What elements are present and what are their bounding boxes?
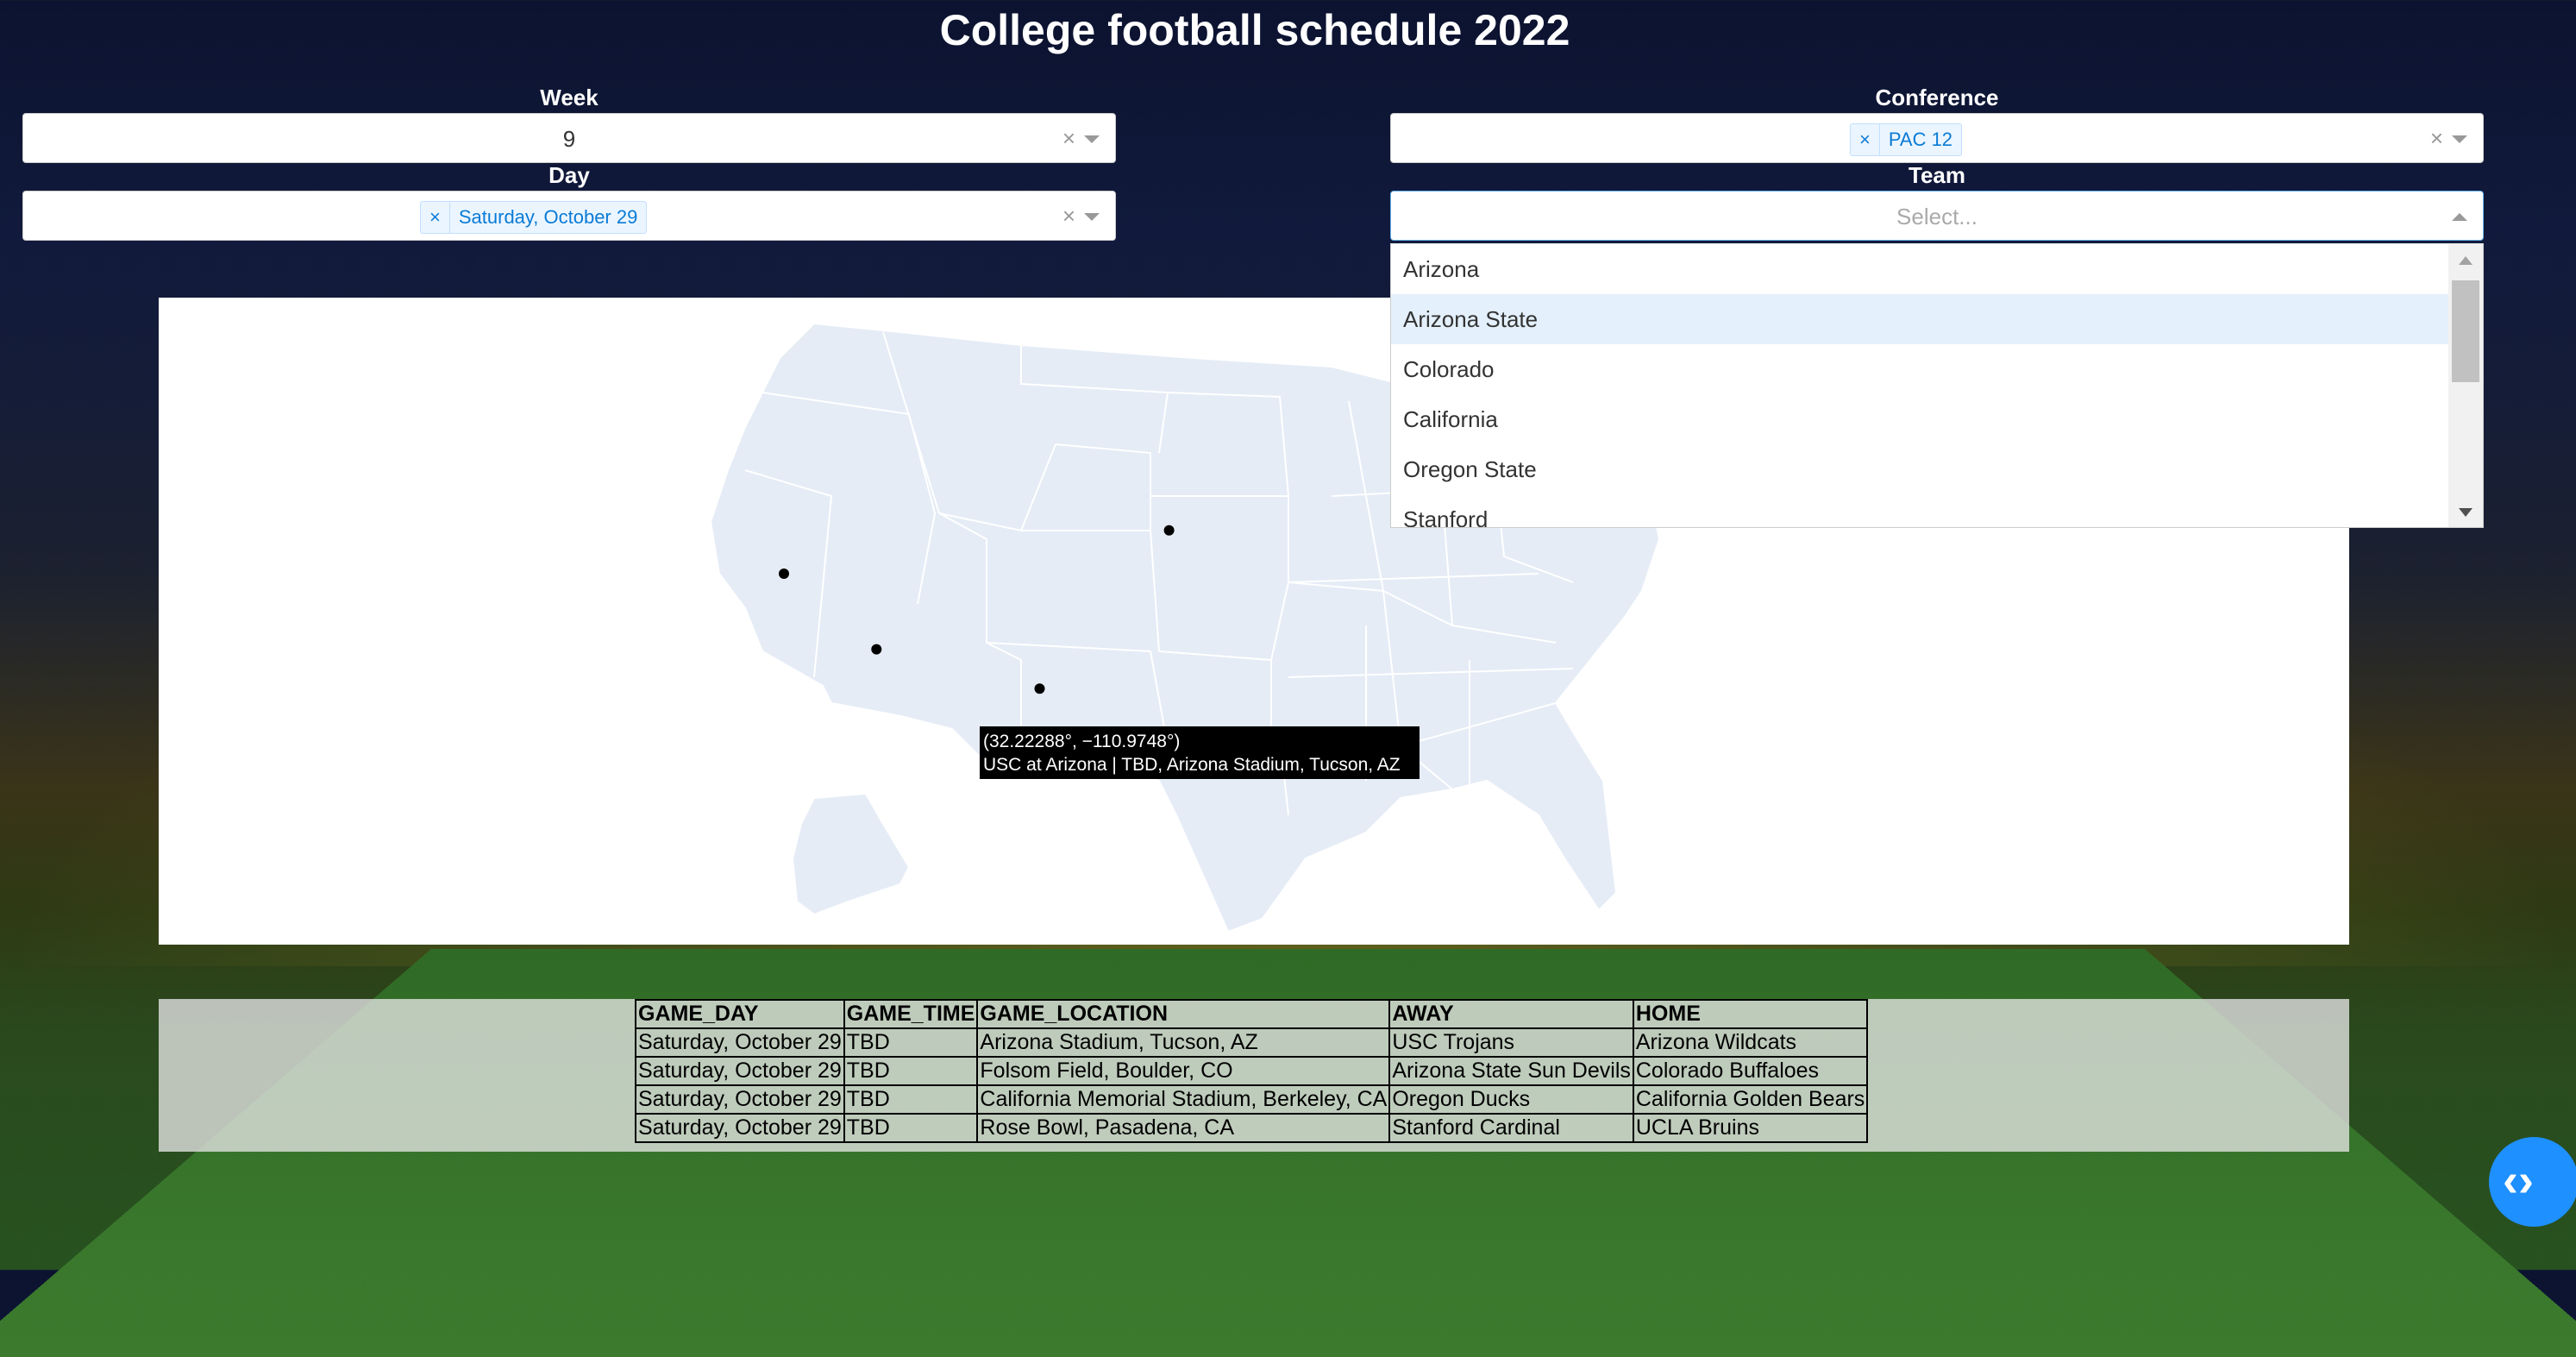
column-header: GAME_TIME — [843, 999, 979, 1029]
table-cell: USC Trojans — [1388, 1027, 1634, 1058]
table-cell: TBD — [843, 1113, 979, 1143]
team-label: Team — [1908, 162, 1965, 188]
table-cell: Saturday, October 29 — [635, 1113, 845, 1143]
game-location-marker[interactable] — [779, 569, 789, 579]
scroll-down-icon[interactable] — [2459, 508, 2473, 517]
game-location-marker[interactable] — [1163, 525, 1175, 536]
team-option-arizona-state[interactable]: Arizona State — [1391, 294, 2483, 344]
column-header: HOME — [1632, 999, 1869, 1029]
table-header-row: GAME_DAY GAME_TIME GAME_LOCATION AWAY HO… — [635, 999, 1869, 1029]
table-cell: Saturday, October 29 — [635, 1084, 845, 1115]
team-select[interactable]: Select... — [1390, 191, 2484, 241]
table-cell: Saturday, October 29 — [635, 1027, 845, 1058]
scroll-up-icon[interactable] — [2459, 256, 2473, 265]
alaska-shape — [791, 792, 911, 916]
week-label: Week — [540, 85, 599, 110]
code-icon: ‹› — [2503, 1154, 2534, 1206]
table-cell: Oregon Ducks — [1388, 1084, 1634, 1115]
table-cell: Saturday, October 29 — [635, 1056, 845, 1086]
day-tag-remove-icon[interactable]: × — [421, 202, 450, 233]
tooltip-text: USC at Arizona | TBD, Arizona Stadium, T… — [983, 755, 1401, 775]
team-option-colorado[interactable]: Colorado — [1391, 344, 2483, 394]
conference-select[interactable]: × PAC 12 × — [1390, 113, 2484, 163]
table-row: Saturday, October 29 TBD California Memo… — [635, 1084, 1869, 1115]
game-location-marker[interactable] — [871, 644, 882, 655]
table-row: Saturday, October 29 TBD Arizona Stadium… — [635, 1027, 1869, 1058]
day-tag: × Saturday, October 29 — [420, 201, 648, 234]
week-select[interactable]: 9 × — [22, 113, 1116, 163]
page-title: College football schedule 2022 — [939, 6, 1570, 54]
day-label: Day — [548, 162, 590, 188]
team-option-arizona[interactable]: Arizona — [1391, 244, 2483, 294]
game-location-marker[interactable] — [1034, 683, 1045, 694]
column-header: GAME_LOCATION — [976, 999, 1391, 1029]
table-cell: TBD — [843, 1084, 979, 1115]
tooltip-coordinates: (32.22288°, −110.9748°) — [983, 732, 1181, 751]
conference-tag: × PAC 12 — [1850, 123, 1963, 156]
team-dropdown-arrow-icon[interactable] — [2452, 213, 2467, 221]
team-option-california[interactable]: California — [1391, 394, 2483, 444]
table-cell: Stanford Cardinal — [1388, 1113, 1634, 1143]
week-clear-icon[interactable]: × — [1062, 125, 1075, 151]
conference-tag-remove-icon[interactable]: × — [1851, 124, 1880, 155]
conference-tag-label: PAC 12 — [1888, 129, 1953, 150]
column-header: GAME_DAY — [635, 999, 845, 1029]
day-select[interactable]: × Saturday, October 29 × — [22, 191, 1116, 241]
column-header: AWAY — [1388, 999, 1634, 1029]
day-dropdown-arrow-icon[interactable] — [1084, 213, 1100, 221]
table-cell: TBD — [843, 1056, 979, 1086]
table-row: Saturday, October 29 TBD Folsom Field, B… — [635, 1056, 1869, 1086]
table-cell: TBD — [843, 1027, 979, 1058]
conference-dropdown-arrow-icon[interactable] — [2452, 135, 2467, 143]
day-tag-label: Saturday, October 29 — [458, 206, 638, 228]
day-clear-icon[interactable]: × — [1062, 203, 1075, 229]
week-dropdown-arrow-icon[interactable] — [1084, 135, 1100, 143]
scrollbar-thumb[interactable] — [2452, 280, 2479, 382]
table-cell: UCLA Bruins — [1632, 1113, 1869, 1143]
table-cell: Colorado Buffaloes — [1632, 1056, 1869, 1086]
team-dropdown-menu[interactable]: Arizona Arizona State Colorado Californi… — [1390, 243, 2484, 528]
table-row: Saturday, October 29 TBD Rose Bowl, Pasa… — [635, 1113, 1869, 1143]
table-cell: Folsom Field, Boulder, CO — [976, 1056, 1391, 1086]
conference-clear-icon[interactable]: × — [2430, 125, 2443, 151]
team-option-oregon-state[interactable]: Oregon State — [1391, 444, 2483, 494]
code-toggle-button[interactable]: ‹› — [2489, 1137, 2576, 1227]
dropdown-scrollbar[interactable] — [2448, 244, 2483, 527]
table-cell: California Golden Bears — [1632, 1084, 1869, 1115]
team-placeholder[interactable]: Select... — [1391, 192, 2483, 242]
table-cell: Arizona State Sun Devils — [1388, 1056, 1634, 1086]
table-cell: Rose Bowl, Pasadena, CA — [976, 1113, 1391, 1143]
table-cell: California Memorial Stadium, Berkeley, C… — [976, 1084, 1391, 1115]
team-option-stanford[interactable]: Stanford — [1391, 494, 2483, 527]
week-value: 9 — [562, 126, 576, 152]
map-tooltip: (32.22288°, −110.9748°) USC at Arizona |… — [980, 726, 1420, 779]
table-cell: Arizona Wildcats — [1632, 1027, 1869, 1058]
conference-label: Conference — [1875, 85, 1999, 110]
schedule-table: GAME_DAY GAME_TIME GAME_LOCATION AWAY HO… — [635, 999, 1869, 1143]
table-cell: Arizona Stadium, Tucson, AZ — [976, 1027, 1391, 1058]
